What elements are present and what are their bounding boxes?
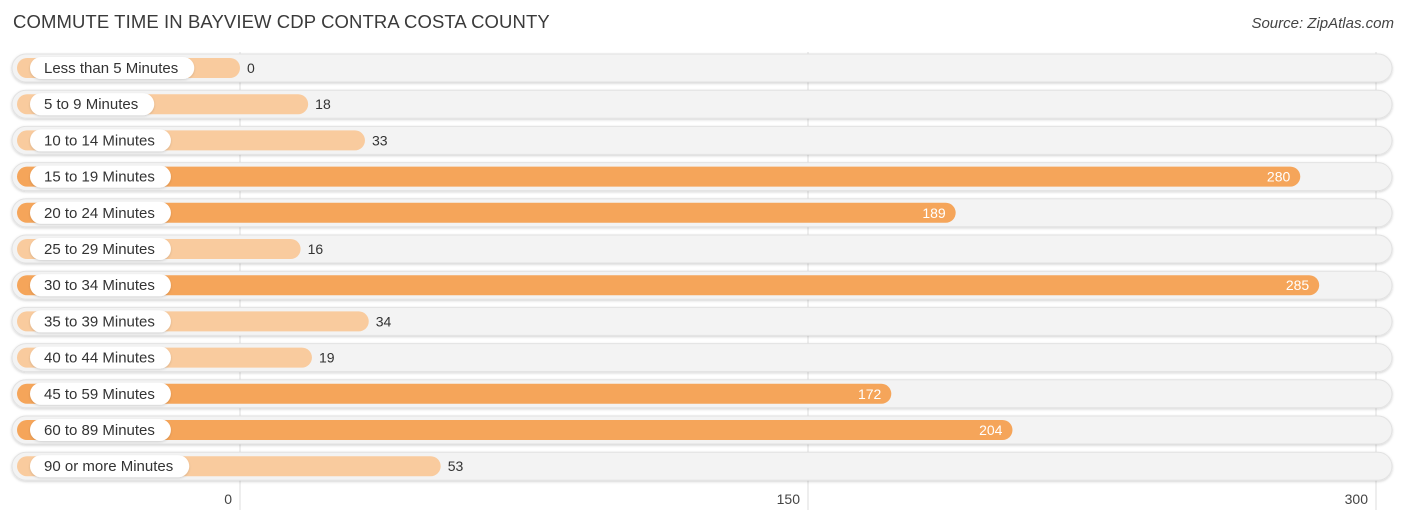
category-label: 35 to 39 Minutes	[44, 313, 155, 330]
value-label: 280	[1267, 169, 1291, 185]
x-tick-label: 150	[777, 491, 801, 507]
x-axis-ticks: 0 150 300	[224, 491, 1368, 507]
category-label: 10 to 14 Minutes	[44, 132, 155, 149]
bar-row: 25 to 29 Minutes 16	[11, 234, 1393, 264]
bar-row: 20 to 24 Minutes 189	[11, 198, 1393, 228]
category-label: 90 or more Minutes	[44, 458, 173, 475]
bar-row: 35 to 39 Minutes 34	[11, 306, 1393, 336]
category-label: Less than 5 Minutes	[44, 60, 178, 77]
bar-row: 40 to 44 Minutes 19	[11, 343, 1393, 373]
x-tick-label: 300	[1345, 491, 1369, 507]
x-tick-label: 0	[224, 491, 232, 507]
value-label: 189	[922, 205, 946, 221]
bar-row: 5 to 9 Minutes 18	[11, 89, 1393, 119]
bar[interactable]	[17, 275, 1320, 296]
bar-row: 15 to 19 Minutes 280	[11, 162, 1393, 192]
value-label: 18	[315, 96, 331, 112]
value-label: 33	[372, 132, 388, 148]
value-label: 172	[858, 386, 882, 402]
value-label: 19	[319, 350, 335, 366]
category-label: 30 to 34 Minutes	[44, 277, 155, 294]
value-label: 34	[376, 313, 392, 329]
bar-row: 60 to 89 Minutes 204	[11, 415, 1393, 445]
value-label: 16	[308, 241, 324, 257]
category-label: 15 to 19 Minutes	[44, 169, 155, 186]
category-label: 60 to 89 Minutes	[44, 422, 155, 439]
bar-chart: Less than 5 Minutes 0 5 to 9 Minutes 18 10 t…	[11, 52, 1393, 510]
bar[interactable]	[17, 166, 1301, 187]
bar-row: 10 to 14 Minutes 33	[11, 125, 1393, 155]
bar-row: 90 or more Minutes 53	[11, 451, 1393, 481]
category-label: 25 to 29 Minutes	[44, 241, 155, 258]
value-label: 0	[247, 60, 255, 76]
bar-rows: Less than 5 Minutes 0 5 to 9 Minutes 18 10 t…	[11, 53, 1393, 481]
value-label: 285	[1286, 277, 1310, 293]
bar-row: 45 to 59 Minutes 172	[11, 379, 1393, 409]
category-label: 45 to 59 Minutes	[44, 386, 155, 403]
category-label: 20 to 24 Minutes	[44, 205, 155, 222]
value-label: 204	[979, 422, 1003, 438]
value-label: 53	[448, 458, 464, 474]
bar-row: 30 to 34 Minutes 285	[11, 270, 1393, 300]
bar-row: Less than 5 Minutes 0	[11, 53, 1393, 83]
category-label: 40 to 44 Minutes	[44, 350, 155, 367]
category-label: 5 to 9 Minutes	[44, 96, 138, 113]
